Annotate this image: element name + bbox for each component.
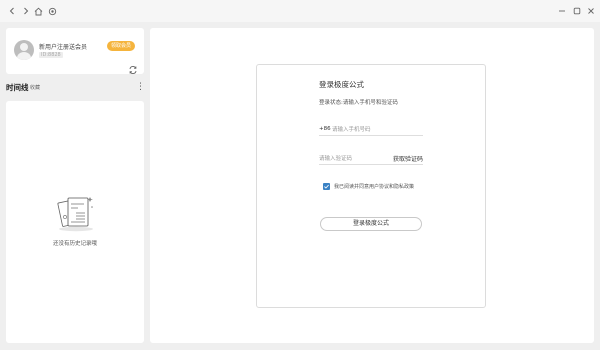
login-form: 登录极度公式 登录状态:请输入手机号和验证码 +86 获取验证码 我已阅读并同意…	[256, 64, 486, 308]
timeline-title[interactable]: 时间线	[6, 82, 29, 93]
vip-badge-button[interactable]: 领取会员	[107, 41, 136, 51]
empty-history-text: 还没有历史记录哦	[52, 241, 97, 247]
minimize-icon[interactable]	[554, 3, 570, 19]
refresh-icon[interactable]	[128, 60, 138, 74]
username: 新用户注册送会员	[39, 44, 88, 51]
user-id: ID:8828	[39, 52, 63, 58]
timeline-header: 时间线 收藏 ⋮	[6, 80, 145, 94]
get-code-button[interactable]: 获取验证码	[393, 154, 423, 163]
phone-input[interactable]	[332, 124, 420, 135]
login-hint: 登录状态:请输入手机号和验证码	[319, 100, 398, 106]
verification-code-input[interactable]	[319, 153, 385, 164]
history-panel: 还没有历史记录哦	[6, 101, 144, 343]
country-code[interactable]: +86	[319, 126, 331, 132]
login-button[interactable]: 登录极度公式	[320, 217, 422, 231]
avatar[interactable]	[14, 40, 34, 60]
favorites-tab[interactable]: 收藏	[30, 84, 40, 91]
phone-field: +86	[319, 124, 423, 136]
login-title: 登录极度公式	[319, 80, 364, 89]
user-card: 新用户注册送会员 ID:8828 领取会员	[6, 28, 144, 74]
settings-icon[interactable]	[44, 3, 60, 19]
more-icon[interactable]: ⋮	[136, 81, 145, 93]
close-icon[interactable]	[583, 3, 599, 19]
empty-history-icon	[54, 193, 98, 233]
agree-checkbox[interactable]	[323, 183, 330, 190]
agree-text[interactable]: 我已阅读并同意用户协议和隐私政策	[334, 183, 414, 190]
code-field: 获取验证码	[319, 153, 423, 165]
main-panel: 登录极度公式 登录状态:请输入手机号和验证码 +86 获取验证码 我已阅读并同意…	[150, 28, 594, 343]
title-bar	[0, 0, 600, 22]
